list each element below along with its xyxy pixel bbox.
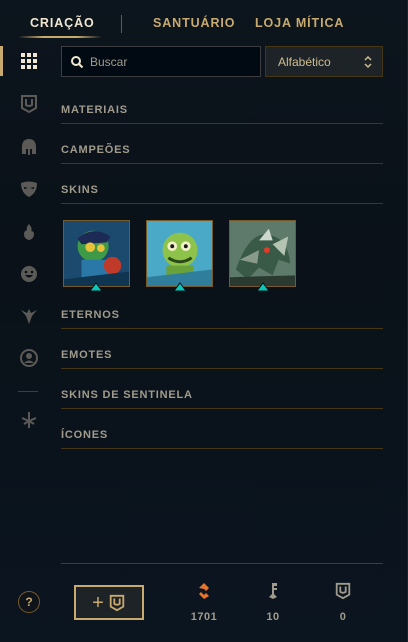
sort-selected-value: Alfabético [278,54,331,69]
upgrade-marker-icon [89,282,103,292]
chest-value: 0 [339,611,347,623]
ward-flame-icon [24,224,34,240]
sidebar-item-materials[interactable] [14,89,44,119]
sort-chevron-icon [364,55,372,69]
top-navigation: CRIAÇÃO SANTUÁRIO LOJA MÍTICA [0,0,408,46]
category-materiais[interactable]: MATERIAIS [61,102,383,124]
disenchant-icon [21,412,37,428]
upgrade-marker-icon [256,282,270,292]
search-field[interactable] [61,46,261,77]
category-label: EMOTES [61,349,113,361]
emote-face-icon [21,266,37,282]
footer-divider [61,563,383,564]
category-skins-de-sentinela[interactable]: SKINS DE SENTINELA [61,387,383,409]
active-indicator [0,46,3,76]
skin-tile-2[interactable] [146,220,213,287]
sidebar-item-emotes[interactable] [14,259,44,289]
upgrade-marker-icon [173,282,187,292]
search-icon [71,55,84,68]
category-emotes[interactable]: EMOTES [61,347,383,369]
skin-tile-1[interactable] [63,220,130,287]
chest-counter-icon [335,582,351,600]
skin-shard-2-art [147,221,212,286]
category-label: SKINS [61,184,99,196]
category-label: CAMPEÕES [61,144,131,156]
plus-icon: + [92,591,104,614]
chest-counter: 0 [318,582,368,623]
category-sidebar [0,46,56,642]
grid-icon [21,53,37,69]
category-icones[interactable]: ÍCONES [61,427,383,449]
key-fragment-value: 10 [266,611,280,623]
champion-helmet-icon [22,139,36,155]
active-tab-underline [18,36,102,38]
sidebar-item-all[interactable] [14,46,44,76]
sidebar-item-disenchant[interactable] [14,405,44,435]
sidebar-item-wards[interactable] [14,217,44,247]
category-label: MATERIAIS [61,104,128,116]
chest-icon [109,594,125,611]
nav-separator [121,15,122,33]
eternals-icon [21,309,37,324]
orange-essence-value: 1701 [190,611,218,623]
sort-dropdown[interactable]: Alfabético [265,46,383,77]
category-label: ÍCONES [61,429,108,441]
search-input[interactable] [90,54,250,69]
skin-shard-3-art [230,221,295,286]
sidebar-item-champions[interactable] [14,132,44,162]
orange-essence-icon [199,583,209,599]
sidebar-item-eternals[interactable] [14,301,44,331]
help-button[interactable]: ? [18,591,40,613]
tab-loja-mitica[interactable]: LOJA MÍTICA [255,16,344,30]
loot-panel: CRIAÇÃO SANTUÁRIO LOJA MÍTICA Buscar Alf… [0,0,408,642]
skin-tile-3[interactable] [229,220,296,287]
skin-shard-1-art [64,221,129,286]
key-fragment-icon [269,583,277,599]
help-icon: ? [25,595,33,609]
tab-santuario[interactable]: SANTUÁRIO [153,16,235,30]
sidebar-item-skins[interactable] [14,174,44,204]
category-skins[interactable]: SKINS [61,182,383,204]
category-label: SKINS DE SENTINELA [61,389,193,401]
category-eternos[interactable]: ETERNOS [61,307,383,329]
orange-essence-counter: 1701 [179,582,229,623]
key-fragment-counter: 10 [248,582,298,623]
sidebar-divider [18,391,38,392]
profile-icon [20,349,38,367]
tab-criacao[interactable]: CRIAÇÃO [30,16,95,30]
category-campeoes[interactable]: CAMPEÕES [61,142,383,164]
skin-mask-icon [21,181,37,197]
add-chest-button[interactable]: + [74,585,144,620]
materials-icon [21,95,37,114]
sidebar-item-icons[interactable] [14,343,44,373]
category-label: ETERNOS [61,309,120,321]
